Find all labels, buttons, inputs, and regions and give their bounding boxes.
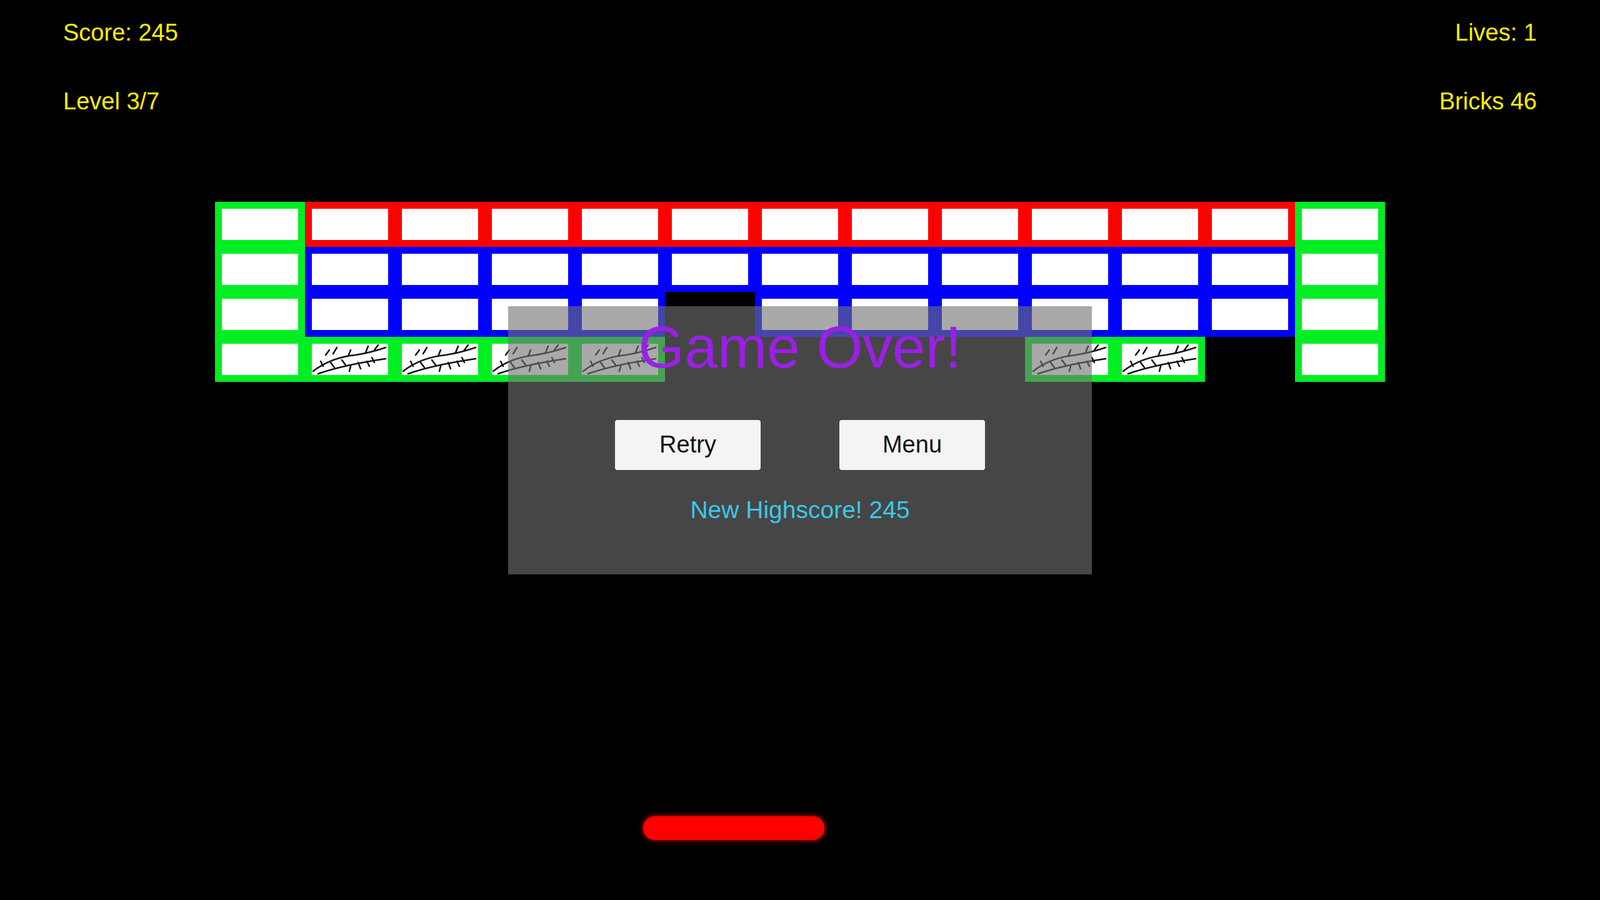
brick — [395, 336, 485, 382]
brick-face — [1301, 343, 1379, 375]
brick-face — [851, 208, 929, 240]
brick-face — [1121, 253, 1199, 285]
brick — [1205, 336, 1295, 382]
game-over-dialog: Game Over! Retry Menu New Highscore! 245 — [508, 306, 1092, 575]
brick-face — [401, 343, 479, 375]
brick — [845, 246, 935, 292]
brick — [575, 201, 665, 247]
brick — [215, 246, 305, 292]
menu-button[interactable]: Menu — [839, 420, 985, 470]
brick-face — [671, 208, 749, 240]
brick — [1115, 291, 1205, 337]
hud-row: Score: 245 Lives: 1 — [63, 18, 1537, 47]
brick — [1295, 201, 1385, 247]
brick-face — [491, 208, 569, 240]
brick — [1205, 201, 1295, 247]
brick-face — [221, 253, 299, 285]
brick-face — [941, 208, 1019, 240]
brick-face — [671, 253, 749, 285]
brick-face — [311, 298, 389, 330]
brick-face — [1121, 298, 1199, 330]
brick — [305, 201, 395, 247]
brick — [1295, 336, 1385, 382]
brick — [845, 201, 935, 247]
brick — [485, 201, 575, 247]
brick — [665, 246, 755, 292]
score-label: Score: 245 — [63, 18, 179, 47]
brick-face — [761, 253, 839, 285]
brick — [1205, 291, 1295, 337]
brick — [1115, 201, 1205, 247]
brick — [305, 336, 395, 382]
brick — [1205, 246, 1295, 292]
brick-face — [1031, 253, 1109, 285]
brick — [395, 201, 485, 247]
brick-face — [1031, 208, 1109, 240]
brick — [1025, 201, 1115, 247]
brick — [755, 246, 845, 292]
lives-label: Lives: 1 — [1455, 18, 1537, 47]
brick — [215, 336, 305, 382]
brick-face — [401, 253, 479, 285]
game-screen: Score: 245 Lives: 1 Level 3/7 Bricks 46 Game… — [0, 0, 1600, 900]
brick-face — [1211, 208, 1289, 240]
brick — [395, 246, 485, 292]
crack-icon — [401, 343, 479, 375]
brick-face — [1301, 208, 1379, 240]
brick-face — [941, 253, 1019, 285]
brick-face — [1211, 298, 1289, 330]
brick-face — [761, 208, 839, 240]
brick — [305, 291, 395, 337]
brick — [215, 201, 305, 247]
brick-face — [221, 343, 299, 375]
brick — [1295, 246, 1385, 292]
brick — [665, 201, 755, 247]
brick-face — [581, 253, 659, 285]
brick-face — [851, 253, 929, 285]
brick-face — [221, 298, 299, 330]
paddle[interactable] — [643, 816, 825, 840]
brick-face — [311, 253, 389, 285]
brick-face — [581, 208, 659, 240]
brick — [395, 291, 485, 337]
brick — [755, 201, 845, 247]
hud: Score: 245 Lives: 1 Level 3/7 Bricks 46 — [0, 0, 1600, 116]
brick-face — [311, 343, 389, 375]
brick — [1115, 246, 1205, 292]
brick-face — [401, 298, 479, 330]
highscore-message: New Highscore! 245 — [690, 495, 910, 525]
brick-face — [1211, 253, 1289, 285]
level-label: Level 3/7 — [63, 87, 160, 116]
hud-row: Level 3/7 Bricks 46 — [63, 87, 1537, 116]
brick-face — [1121, 343, 1199, 375]
retry-button[interactable]: Retry — [615, 420, 761, 470]
crack-icon — [1121, 343, 1199, 375]
brick-face — [1121, 208, 1199, 240]
brick-face — [491, 253, 569, 285]
brick — [575, 246, 665, 292]
brick — [1295, 291, 1385, 337]
brick — [1025, 246, 1115, 292]
brick — [935, 246, 1025, 292]
crack-icon — [311, 343, 389, 375]
brick-face — [1301, 253, 1379, 285]
brick — [485, 246, 575, 292]
game-over-title: Game Over! — [638, 314, 962, 380]
brick-face — [221, 208, 299, 240]
brick-face — [311, 208, 389, 240]
brick-face — [401, 208, 479, 240]
brick — [305, 246, 395, 292]
brick — [215, 291, 305, 337]
bricks-label: Bricks 46 — [1439, 87, 1537, 116]
dialog-buttons: Retry Menu — [615, 420, 985, 470]
brick — [1115, 336, 1205, 382]
brick — [935, 201, 1025, 247]
brick-face — [1301, 298, 1379, 330]
